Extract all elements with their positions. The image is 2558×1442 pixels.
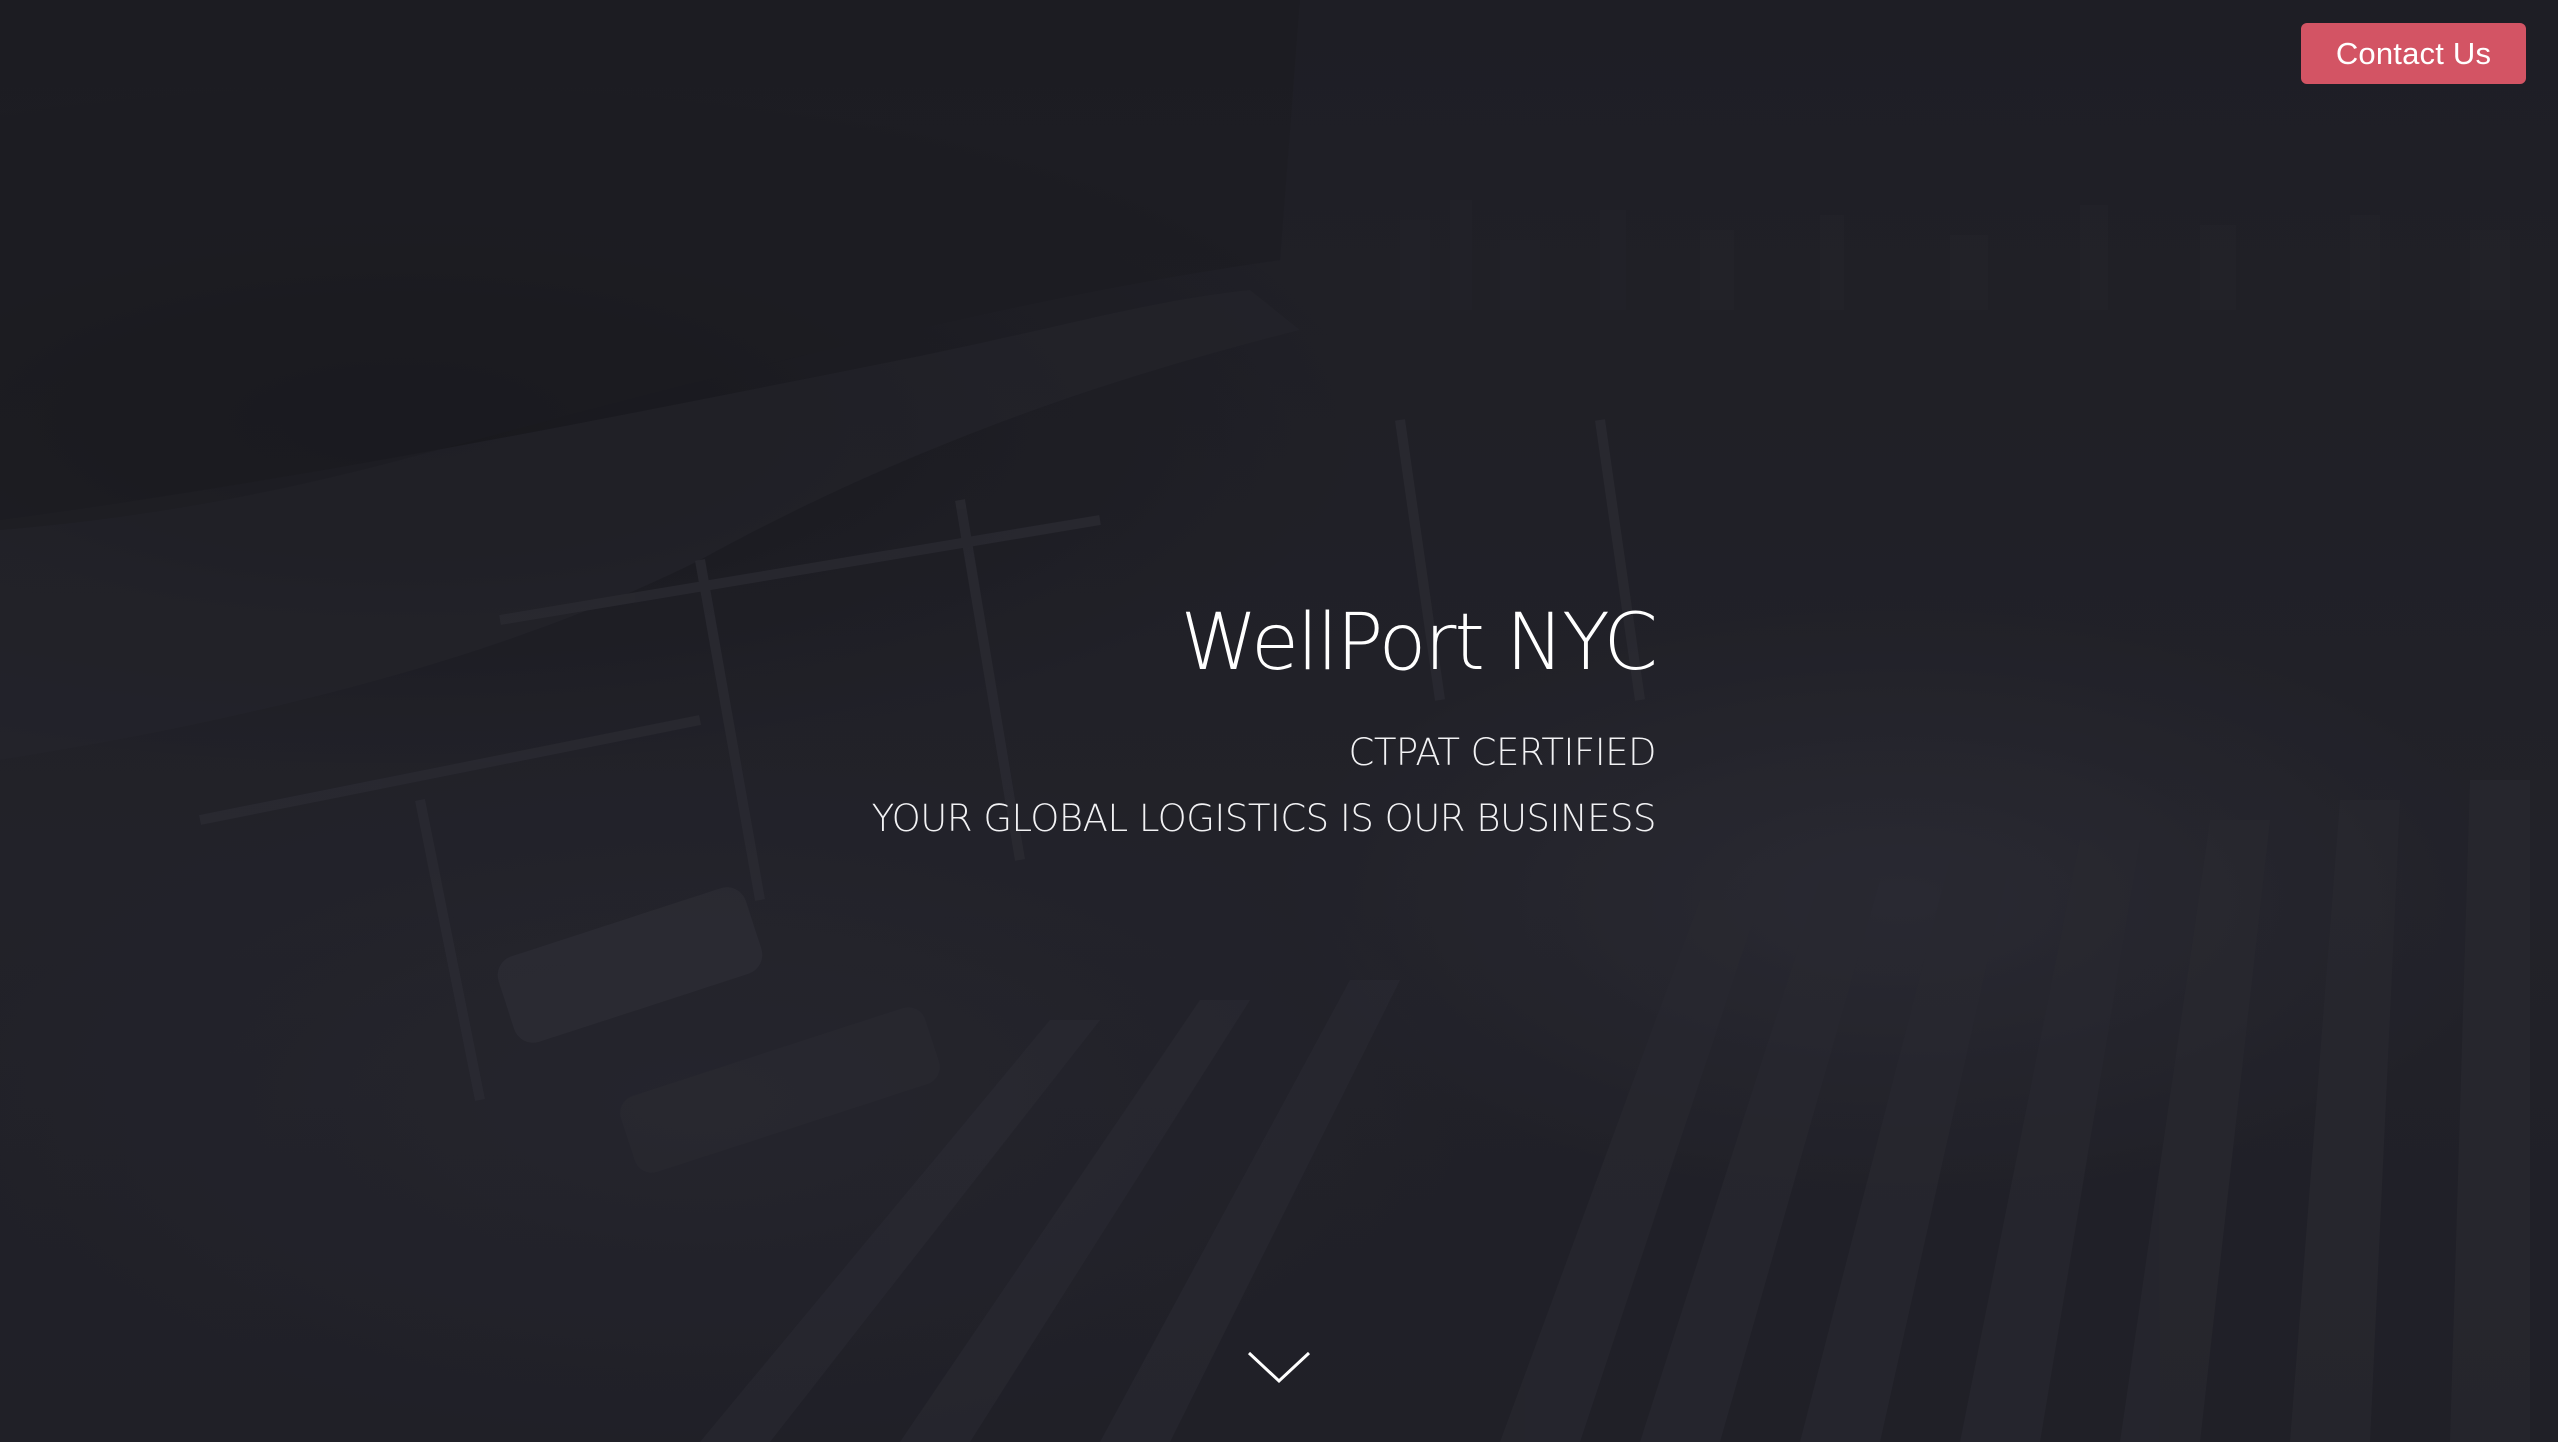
- hero-section: Contact Us WellPort NYC CTPAT CERTIFIED …: [0, 0, 2558, 1442]
- hero-headline: WellPort NYC CTPAT CERTIFIED YOUR GLOBAL…: [871, 590, 1659, 852]
- page-title: WellPort NYC: [1180, 598, 1659, 688]
- contact-us-button[interactable]: Contact Us: [2301, 23, 2526, 84]
- slogan-tagline: YOUR GLOBAL LOGISTICS IS OUR BUSINESS: [871, 797, 1657, 840]
- certification-tagline: CTPAT CERTIFIED: [1348, 731, 1657, 774]
- chevron-down-icon[interactable]: [1247, 1350, 1311, 1384]
